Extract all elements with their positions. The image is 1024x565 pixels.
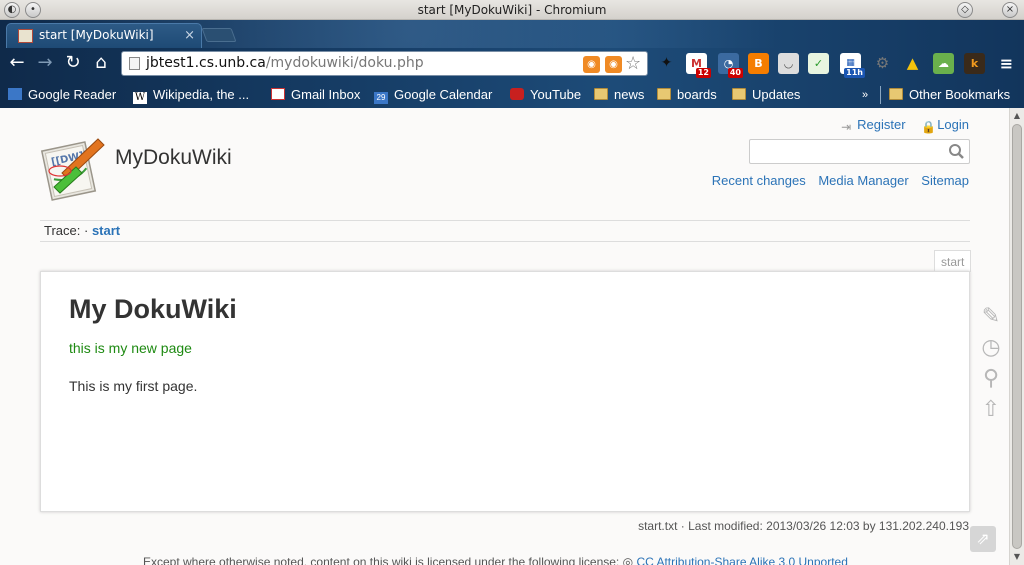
license-notice: Except where otherwise noted, content on… (143, 555, 848, 565)
pocket-icon[interactable]: ◡ (778, 53, 799, 74)
highlighted-text: this is my new page (69, 340, 192, 356)
lock-icon: 🔒 (921, 120, 937, 134)
site-title[interactable]: MyDokuWiki (115, 146, 232, 170)
tab-title: start [MyDokuWiki] (39, 28, 154, 42)
gmail-icon (271, 88, 285, 100)
google-reader-icon (8, 88, 22, 100)
gear-icon[interactable]: ⚙ (872, 53, 893, 74)
folder-icon (889, 88, 903, 100)
gmail-icon[interactable]: M 12 (686, 53, 711, 78)
browser-tab-active[interactable]: start [MyDokuWiki] × (6, 23, 202, 48)
page-content: My DokuWiki this is my new page This is … (40, 271, 970, 512)
bookmark-folder-boards[interactable]: boards (657, 82, 717, 108)
page-icon (129, 57, 140, 70)
scrollbar-thumb[interactable] (1012, 124, 1022, 549)
backlinks-chain-icon[interactable]: ⚲ (978, 366, 1004, 392)
breadcrumb: Trace: · start (40, 220, 970, 242)
bookmark-other-bookmarks[interactable]: Other Bookmarks (889, 82, 1010, 108)
dokuwiki-favicon-icon (18, 29, 33, 43)
old-revisions-clock-icon[interactable]: ◷ (978, 335, 1004, 361)
bookmark-gmail-inbox[interactable]: Gmail Inbox (271, 82, 360, 108)
wikipedia-icon: W (133, 92, 147, 104)
breadcrumb-start-link[interactable]: start (92, 223, 120, 238)
trace-label: Trace: (44, 223, 81, 238)
home-icon[interactable]: ⌂ (90, 52, 112, 74)
back-to-top-arrow-icon[interactable]: ⇧ (978, 397, 1004, 423)
recent-changes-link[interactable]: Recent changes (712, 173, 806, 188)
window-title: start [MyDokuWiki] - Chromium (417, 3, 607, 17)
login-link[interactable]: Login (937, 117, 969, 132)
browser-toolbar: ← → ↻ ⌂ jbtest1.cs.unb.ca/mydokuwiki/dok… (0, 48, 1024, 80)
folder-icon (732, 88, 746, 100)
wiki-page: [[DW]] MyDokuWiki ⇥ Register 🔒Login Recen… (0, 108, 1009, 565)
scroll-down-arrow-icon[interactable]: ▼ (1010, 550, 1024, 564)
window-menu-icon[interactable]: ◐ (4, 2, 20, 18)
trace-separator: · (83, 223, 89, 238)
window-titlebar: ◐ • start [MyDokuWiki] - Chromium ◇ × (0, 0, 1024, 20)
register-icon: ⇥ (841, 120, 852, 134)
document-info: start.txt · Last modified: 2013/03/26 12… (638, 519, 969, 533)
bookmarks-bar: Google Reader W Wikipedia, the ... Gmail … (0, 82, 1024, 108)
window-minimize-icon[interactable]: ◇ (957, 2, 973, 18)
license-prefix: Except where otherwise noted, content on… (143, 555, 620, 565)
bookmark-folder-news[interactable]: news (594, 82, 644, 108)
bookmark-google-reader[interactable]: Google Reader (8, 82, 116, 108)
bookmark-wikipedia[interactable]: W Wikipedia, the ... (133, 82, 249, 108)
bookmark-youtube[interactable]: YouTube (510, 82, 581, 108)
cc-icon: ◎ (622, 555, 634, 565)
drive-icon[interactable]: ▲ (902, 53, 923, 74)
back-icon[interactable]: ← (6, 52, 28, 74)
scroll-up-arrow-icon[interactable]: ▲ (1010, 109, 1024, 123)
rss-icon[interactable]: ◉ (583, 56, 600, 73)
bookmarks-separator (880, 86, 881, 104)
browser-frame: start [MyDokuWiki] × ← → ↻ ⌂ jbtest1.cs.… (0, 20, 1024, 108)
reload-icon[interactable]: ↻ (62, 52, 84, 74)
page-heading: My DokuWiki (69, 294, 237, 324)
bookmarks-overflow-chevron[interactable]: » (862, 82, 868, 108)
bookmark-google-calendar[interactable]: 29 Google Calendar (374, 82, 492, 108)
blogger-icon[interactable]: B (748, 53, 769, 74)
page-paragraph: This is my first page. (69, 378, 198, 394)
forward-icon[interactable]: → (34, 52, 56, 74)
address-bar[interactable]: jbtest1.cs.unb.ca/mydokuwiki/doku.php ◉ … (121, 51, 648, 76)
cloud-icon[interactable]: ☁ (933, 53, 954, 74)
bookmark-folder-updates[interactable]: Updates (732, 82, 800, 108)
calendar-icon: 29 (374, 92, 388, 104)
page-id-tab: start (934, 250, 972, 272)
k-icon[interactable]: k (964, 53, 985, 74)
folder-icon (657, 88, 671, 100)
calendar-ext-icon[interactable]: ▦ 11h (840, 53, 865, 78)
search-input[interactable] (749, 139, 970, 164)
bookmark-star-icon[interactable]: ☆ (625, 52, 641, 75)
new-tab-button[interactable] (201, 28, 237, 42)
rss-feed-icon[interactable]: ◉ (605, 56, 622, 73)
tab-close-icon[interactable]: × (184, 24, 195, 47)
folder-icon (594, 88, 608, 100)
checkmark-icon[interactable]: ✓ (808, 53, 829, 74)
page-scrollbar[interactable]: ▲ ▼ (1009, 108, 1024, 565)
dokuwiki-logo[interactable]: [[DW]] (40, 135, 106, 201)
feed-reader-icon[interactable]: ◔ 40 (718, 53, 743, 78)
window-close-icon[interactable]: × (1002, 2, 1018, 18)
bird-icon[interactable]: ✦ (656, 53, 677, 74)
user-tools: ⇥ Register 🔒Login (841, 117, 969, 133)
window-sticky-icon[interactable]: • (25, 2, 41, 18)
menu-icon[interactable]: ≡ (996, 53, 1017, 74)
register-link[interactable]: Register (857, 117, 905, 132)
edit-pencil-icon[interactable]: ✎ (978, 304, 1004, 330)
export-icon[interactable]: ⇗ (970, 526, 996, 552)
license-link[interactable]: CC Attribution-Share Alike 3.0 Unported (636, 555, 847, 565)
search-icon[interactable] (948, 143, 965, 160)
youtube-icon (510, 88, 524, 100)
url-path: /mydokuwiki/doku.php (265, 55, 424, 71)
media-manager-link[interactable]: Media Manager (818, 173, 908, 188)
site-tools: Recent changes Media Manager Sitemap (703, 173, 969, 188)
url-host: jbtest1.cs.unb.ca (146, 55, 266, 71)
sitemap-link[interactable]: Sitemap (921, 173, 969, 188)
